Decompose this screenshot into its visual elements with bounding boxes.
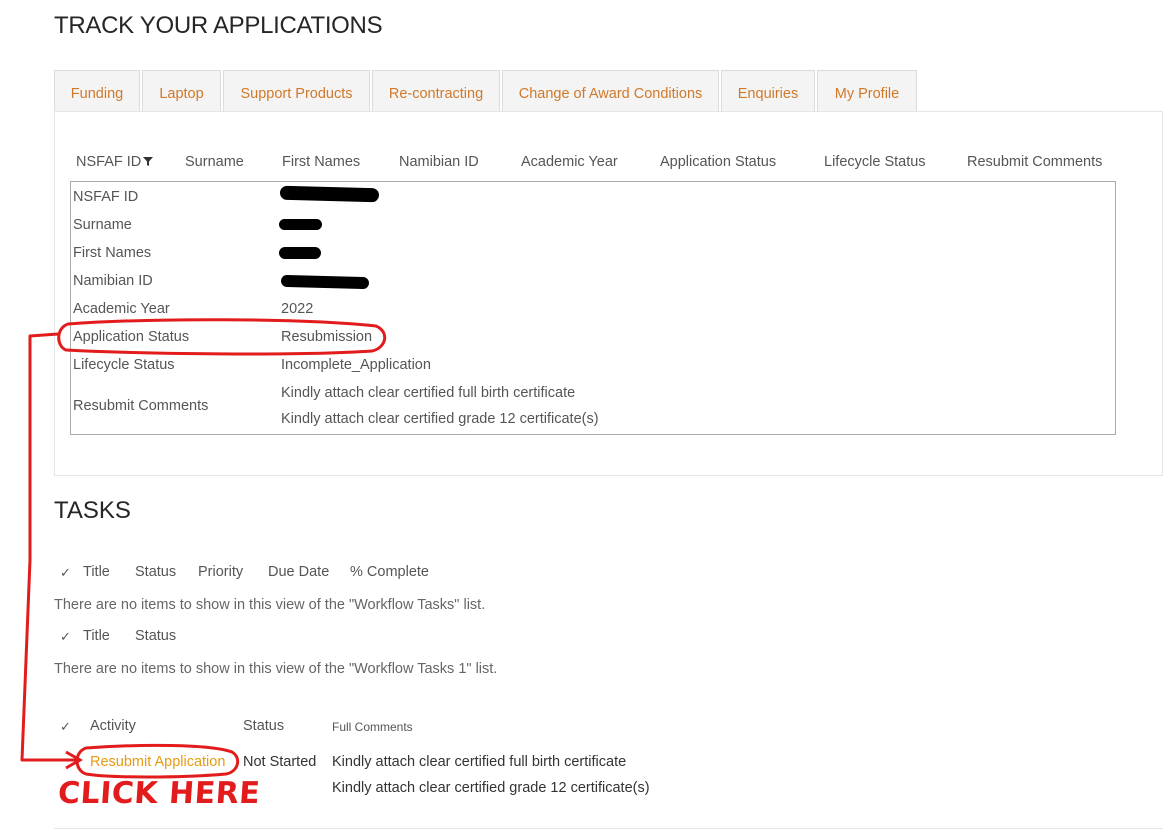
column-header-first-names[interactable]: First Names bbox=[282, 154, 360, 170]
label-nsfaf-id: NSFAF ID bbox=[73, 189, 139, 205]
activity-comment: Kindly attach clear certified full birth… bbox=[332, 754, 627, 770]
redacted-nsfaf-id bbox=[279, 185, 380, 203]
select-all-check-icon[interactable]: ✓ bbox=[60, 629, 71, 645]
header-status[interactable]: Status bbox=[135, 564, 176, 580]
column-header-resubmit-comments[interactable]: Resubmit Comments bbox=[967, 154, 1102, 170]
header-status[interactable]: Status bbox=[243, 718, 284, 734]
column-header-application-status[interactable]: Application Status bbox=[660, 154, 776, 170]
column-header-namibian-id[interactable]: Namibian ID bbox=[399, 154, 479, 170]
application-details-box bbox=[70, 181, 1116, 435]
empty-list-message: There are no items to show in this view … bbox=[54, 661, 498, 677]
value-academic-year: 2022 bbox=[281, 301, 314, 317]
column-header-lifecycle-status[interactable]: Lifecycle Status bbox=[824, 154, 926, 170]
header-activity[interactable]: Activity bbox=[90, 718, 136, 734]
select-all-check-icon[interactable]: ✓ bbox=[60, 565, 71, 581]
redacted-surname bbox=[279, 219, 322, 230]
column-header-academic-year[interactable]: Academic Year bbox=[521, 154, 618, 170]
value-resubmit-comment: Kindly attach clear certified grade 12 c… bbox=[281, 411, 599, 427]
value-lifecycle-status: Incomplete_Application bbox=[281, 357, 431, 373]
tab-funding[interactable]: Funding bbox=[54, 70, 140, 111]
header-full-comments[interactable]: Full Comments bbox=[332, 720, 413, 734]
header-due-date[interactable]: Due Date bbox=[268, 564, 329, 580]
value-resubmit-comment: Kindly attach clear certified full birth… bbox=[281, 385, 576, 401]
page-title: TRACK YOUR APPLICATIONS bbox=[54, 12, 383, 39]
header-status[interactable]: Status bbox=[135, 628, 176, 644]
header-title[interactable]: Title bbox=[83, 564, 110, 580]
redacted-first-names bbox=[279, 247, 321, 259]
label-surname: Surname bbox=[73, 217, 132, 233]
divider bbox=[54, 828, 1163, 829]
tab-my-profile[interactable]: My Profile bbox=[817, 70, 917, 111]
select-all-check-icon[interactable]: ✓ bbox=[60, 719, 71, 735]
value-application-status: Resubmission bbox=[281, 329, 373, 345]
empty-list-message: There are no items to show in this view … bbox=[54, 597, 486, 613]
label-resubmit-comments: Resubmit Comments bbox=[73, 398, 209, 414]
annotation-arrow-head bbox=[65, 750, 84, 770]
filter-icon[interactable] bbox=[142, 155, 154, 171]
column-header-label: NSFAF ID bbox=[76, 154, 142, 170]
tab-enquiries[interactable]: Enquiries bbox=[721, 70, 815, 111]
annotation-click-here: CLICK HERE bbox=[56, 776, 262, 811]
tab-support-products[interactable]: Support Products bbox=[223, 70, 370, 111]
header-percent-complete[interactable]: % Complete bbox=[350, 564, 429, 580]
redacted-namibian-id bbox=[280, 274, 370, 290]
tab-change-of-award-conditions[interactable]: Change of Award Conditions bbox=[502, 70, 719, 111]
label-academic-year: Academic Year bbox=[73, 301, 170, 317]
label-namibian-id: Namibian ID bbox=[73, 273, 153, 289]
header-priority[interactable]: Priority bbox=[198, 564, 243, 580]
tasks-title: TASKS bbox=[54, 497, 131, 524]
tab-re-contracting[interactable]: Re-contracting bbox=[372, 70, 500, 111]
column-header-nsfaf-id[interactable]: NSFAF ID bbox=[76, 154, 154, 171]
header-title[interactable]: Title bbox=[83, 628, 110, 644]
track-applications-page: TRACK YOUR APPLICATIONS Funding Laptop S… bbox=[0, 0, 1168, 832]
label-lifecycle-status: Lifecycle Status bbox=[73, 357, 175, 373]
activity-comment: Kindly attach clear certified grade 12 c… bbox=[332, 780, 650, 796]
tab-laptop[interactable]: Laptop bbox=[142, 70, 221, 111]
resubmit-application-link[interactable]: Resubmit Application bbox=[90, 754, 225, 770]
activity-status: Not Started bbox=[243, 754, 317, 770]
column-header-surname[interactable]: Surname bbox=[185, 154, 244, 170]
label-first-names: First Names bbox=[73, 245, 152, 261]
label-application-status: Application Status bbox=[73, 329, 190, 345]
